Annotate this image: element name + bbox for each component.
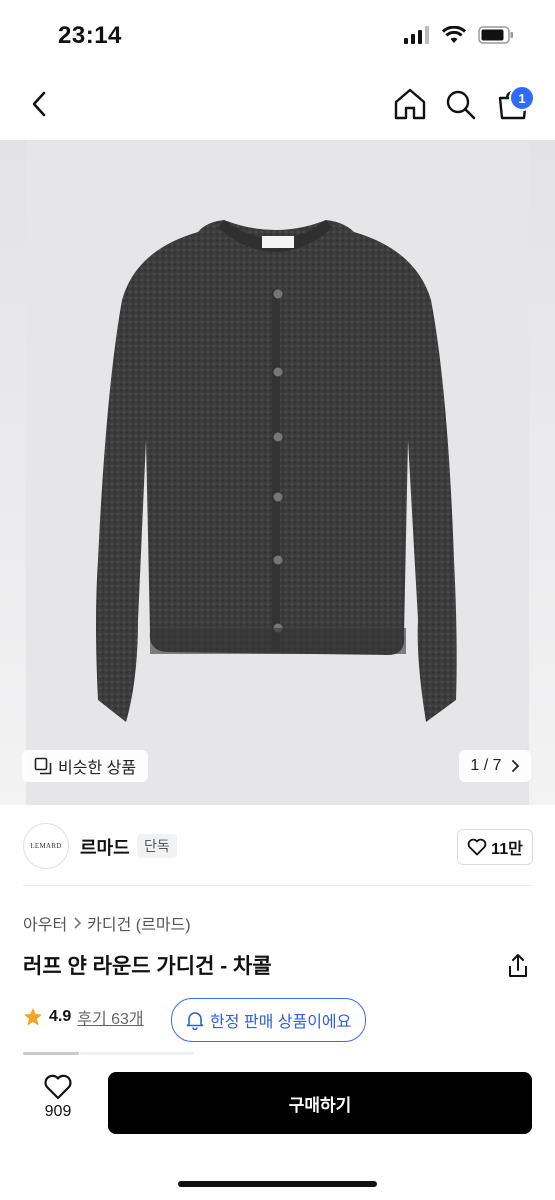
- brand-like-button[interactable]: 11만: [457, 829, 533, 865]
- breadcrumb: 아우터 카디건 (르마드): [23, 911, 191, 935]
- wishlist-count: 909: [44, 1103, 72, 1120]
- product-gallery[interactable]: [0, 140, 555, 805]
- divider: [23, 885, 532, 886]
- breadcrumb-item[interactable]: 아우터: [23, 911, 67, 935]
- cart-count-badge: 1: [509, 85, 535, 111]
- home-indicator: [178, 1181, 377, 1187]
- back-icon: [32, 91, 46, 117]
- cardigan-illustration: [96, 220, 457, 722]
- exclusive-badge: 단독: [137, 834, 177, 858]
- brand-like-count: 11만: [491, 841, 523, 858]
- chevron-right-icon: [511, 760, 519, 772]
- reviews-link[interactable]: 후기 63개: [77, 1005, 143, 1029]
- tab-indicator: [23, 1052, 79, 1055]
- brand-logo[interactable]: LEMARD: [23, 823, 69, 869]
- copy-icon: [34, 757, 52, 775]
- limited-sale-button[interactable]: 한정 판매 상품이에요: [171, 998, 367, 1042]
- limited-sale-label: 한정 판매 상품이에요: [210, 1014, 352, 1031]
- star-icon: [24, 1008, 42, 1026]
- bell-icon: [186, 1012, 204, 1030]
- share-icon: [509, 954, 527, 977]
- product-image: [26, 140, 529, 805]
- home-icon: [394, 88, 426, 120]
- brand-logo-text: LEMARD: [30, 842, 62, 850]
- similar-products-button[interactable]: 비슷한 상품: [22, 750, 149, 782]
- buy-button[interactable]: 구매하기: [108, 1072, 532, 1134]
- share-button[interactable]: [505, 952, 531, 980]
- gallery-pager[interactable]: 1 / 7: [459, 750, 531, 782]
- home-button[interactable]: [392, 84, 428, 124]
- tab-track: [80, 1052, 194, 1055]
- similar-products-label: 비슷한 상품: [58, 760, 137, 777]
- battery-icon: [478, 26, 513, 44]
- back-button[interactable]: [24, 84, 60, 124]
- brand-name[interactable]: 르마드: [80, 834, 130, 860]
- pager-label: 1 / 7: [470, 757, 502, 774]
- wifi-icon: [442, 26, 466, 43]
- rating-value: 4.9: [49, 1008, 72, 1025]
- status-time: 23:14: [58, 22, 122, 49]
- search-icon: [446, 90, 476, 120]
- rating-row: 4.9 후기 63개: [23, 1005, 144, 1029]
- product-title: 러프 얀 라운드 가디건 - 차콜: [23, 955, 272, 978]
- heart-icon: [467, 838, 487, 856]
- chevron-right-icon: [74, 917, 82, 929]
- search-button[interactable]: [443, 84, 479, 124]
- wishlist-button[interactable]: 909: [36, 1073, 80, 1131]
- breadcrumb-item[interactable]: 카디건 (르마드): [87, 911, 190, 935]
- signal-icon: [404, 26, 429, 44]
- heart-icon: [44, 1074, 72, 1100]
- status-icons: [404, 26, 514, 44]
